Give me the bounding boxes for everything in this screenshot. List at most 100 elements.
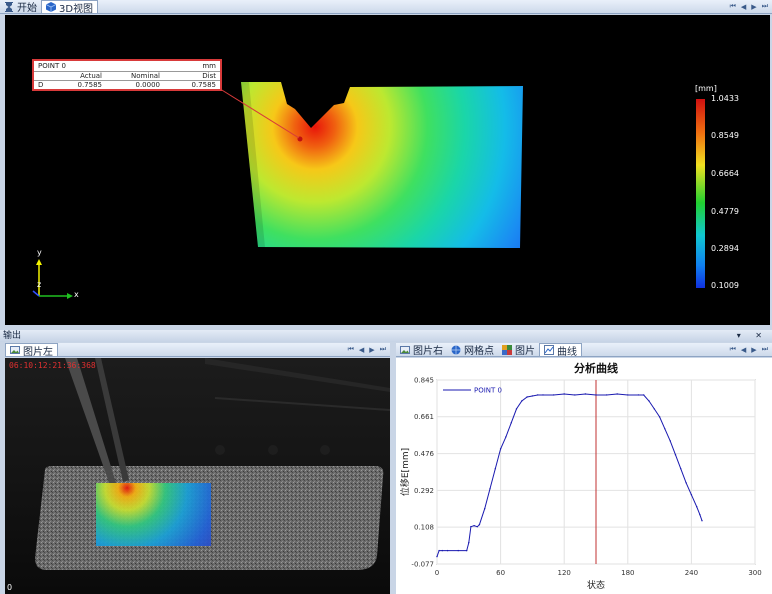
callout-unit: mm (202, 62, 216, 70)
tab-curve-label: 曲线 (557, 346, 577, 358)
series-point (478, 523, 481, 526)
nav-first-button[interactable]: ⏮ (730, 345, 736, 354)
series-point (446, 549, 449, 552)
tab-grid-points[interactable]: 网格点 (447, 343, 498, 357)
series-point (685, 482, 687, 484)
color-scale-tick: 0.6664 (711, 169, 739, 178)
nav-next-button[interactable]: ▶ (369, 346, 374, 354)
y-tick-label: 0.292 (414, 487, 434, 495)
x-axis-label: 状态 (587, 579, 605, 591)
series-point (658, 416, 661, 418)
right-tabbar: 图片右 网格点 图片 曲线 ⏮ ◀ ▶ ⏭ (396, 343, 772, 358)
series-point (627, 394, 629, 396)
nav-next-button[interactable]: ▶ (751, 346, 756, 354)
series-point (436, 555, 438, 558)
axis-label-x: x (74, 290, 79, 299)
hourglass-icon (5, 1, 13, 12)
left-tabbar: 图片左 ⏮ ◀ ▶ ⏭ (5, 343, 390, 358)
callout-header-row: Actual Nominal Dist (34, 71, 220, 80)
chart-title: 分析曲线 (574, 361, 618, 375)
tab-3d-view-label: 3D视图 (59, 3, 94, 15)
series-point (438, 549, 440, 552)
top-nav-buttons: ⏮ ◀ ▶ ⏭ (730, 0, 768, 13)
series-point (563, 393, 565, 395)
picture-icon (400, 345, 410, 354)
picture-icon (10, 346, 20, 354)
3d-viewport[interactable]: POINT 0 mm Actual Nominal Dist D 0.7585 … (5, 15, 770, 325)
nav-prev-button[interactable]: ◀ (359, 346, 364, 354)
cube-icon (46, 2, 56, 12)
series-point (669, 440, 671, 442)
series-point (699, 514, 701, 516)
series-point (680, 468, 682, 470)
tab-start[interactable]: 开始 (0, 0, 41, 14)
series-point (701, 519, 703, 522)
color-scale-tick: 0.2894 (711, 244, 739, 253)
x-tick-label: 180 (621, 569, 634, 577)
analysis-chart-panel[interactable]: 0 60 120 180 240 300 0.845 0.661 0.476 0.292 0.108… (396, 358, 772, 594)
camera-image-left[interactable]: 06:10:12:21:36:368 0 (5, 358, 390, 594)
series-point (499, 448, 502, 450)
nav-last-button[interactable]: ⏭ (380, 345, 386, 354)
nav-last-button[interactable]: ⏭ (762, 345, 768, 354)
y-tick-label: 0.661 (414, 413, 434, 421)
globe-icon (451, 345, 461, 354)
tab-grid-points-label: 网格点 (464, 346, 494, 357)
series-point (637, 394, 640, 396)
tab-3d-view[interactable]: 3D视图 (41, 0, 99, 15)
series-point (470, 525, 472, 528)
y-axis-arrowhead (36, 259, 42, 265)
series-point (605, 394, 608, 396)
x-tick-label: 240 (685, 569, 698, 577)
color-scale-tick: 0.1009 (711, 281, 739, 290)
series-point (494, 468, 496, 470)
nav-prev-button[interactable]: ◀ (741, 346, 746, 354)
frame-index: 0 (7, 583, 13, 592)
right-nav-buttons: ⏮ ◀ ▶ ⏭ (730, 343, 768, 356)
y-tick-label: -0.077 (411, 561, 434, 569)
callout-value-actual: 0.7585 (77, 81, 103, 89)
callout-value-row: D 0.7585 0.0000 0.7585 (34, 80, 220, 89)
series-point (505, 436, 507, 438)
color-scale-tick: 0.4779 (711, 207, 739, 216)
nav-next-button[interactable]: ▶ (751, 3, 756, 11)
nav-prev-button[interactable]: ◀ (741, 3, 746, 11)
tab-image[interactable]: 图片 (498, 343, 539, 357)
callout-point-name: POINT 0 (38, 62, 66, 70)
top-tabbar: 开始 3D视图 ⏮ ◀ ▶ ⏭ (0, 0, 772, 15)
series-point (531, 395, 534, 397)
series-point (552, 394, 555, 396)
callout-value-nominal: 0.0000 (135, 81, 161, 89)
tab-image-left-label: 图片左 (23, 346, 53, 358)
y-tick-label: 0.845 (414, 377, 434, 385)
output-bar: 输出 ▾ ✕ (0, 330, 772, 342)
color-scale-tick: 0.8549 (711, 131, 739, 140)
camera-scene (5, 358, 390, 594)
callout-value-dist: 0.7585 (191, 81, 217, 89)
series-point (441, 549, 443, 552)
callout-title-row: POINT 0 mm (34, 62, 220, 71)
series-point (484, 508, 486, 510)
axis-label-z: z (37, 280, 42, 289)
tab-image-left[interactable]: 图片左 (5, 343, 58, 358)
series-point (648, 400, 650, 402)
output-window-controls[interactable]: ▾ ✕ (737, 330, 768, 342)
axis-label-y: y (37, 248, 42, 257)
series-point (476, 525, 478, 528)
tab-curve[interactable]: 曲线 (539, 343, 582, 358)
series-point (653, 408, 655, 410)
nav-last-button[interactable]: ⏭ (762, 2, 768, 11)
y-axis-label: 位移E[mm] (399, 448, 411, 496)
tab-image-right[interactable]: 图片右 (396, 343, 447, 357)
x-tick-label: 60 (496, 569, 505, 577)
analysis-chart: 0 60 120 180 240 300 0.845 0.661 0.476 0.292 0.108… (399, 361, 762, 591)
callout-row-label: D (38, 81, 44, 89)
nav-first-button[interactable]: ⏮ (348, 345, 354, 354)
nav-first-button[interactable]: ⏮ (730, 2, 736, 11)
tab-start-label: 开始 (17, 3, 37, 14)
series-point (521, 400, 523, 402)
series-point (465, 549, 468, 552)
x-axis-arrowhead (67, 293, 73, 299)
point-callout[interactable]: POINT 0 mm Actual Nominal Dist D 0.7585 … (32, 59, 222, 91)
series-point (690, 494, 693, 496)
